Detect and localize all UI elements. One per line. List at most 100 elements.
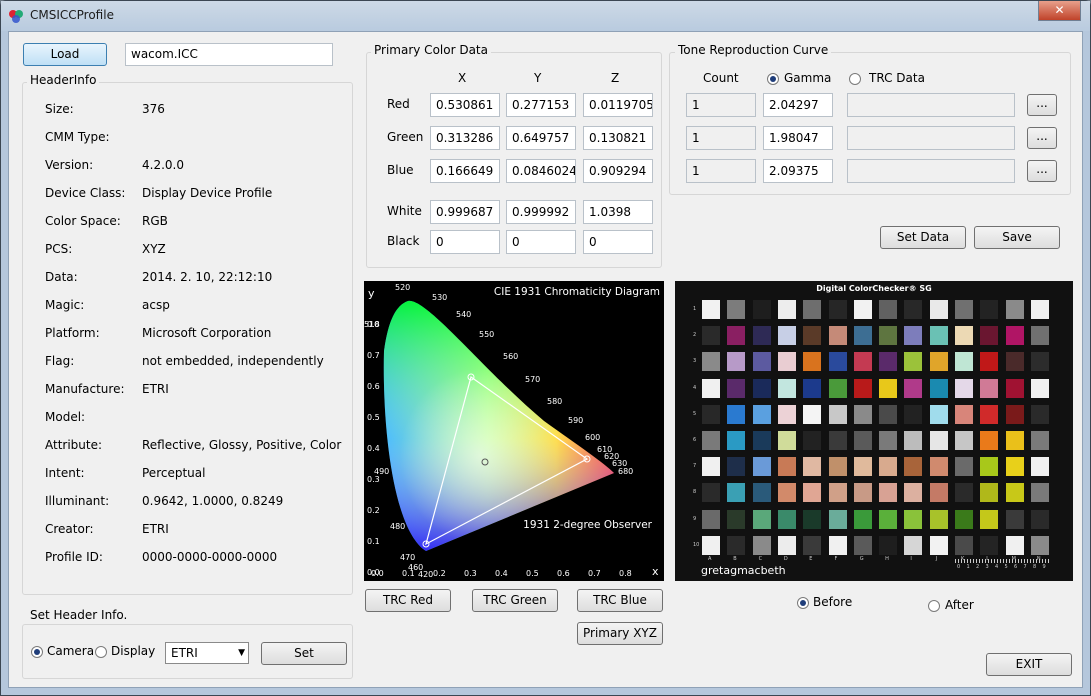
display-radio[interactable] — [95, 646, 107, 658]
trc-count-field[interactable]: 1 — [686, 93, 756, 117]
color-swatch — [1030, 352, 1049, 372]
row-number: 3 — [693, 358, 697, 365]
trc-gamma-field[interactable]: 1.98047 — [763, 126, 833, 150]
color-swatch — [980, 483, 999, 503]
color-swatch — [752, 535, 771, 555]
load-button[interactable]: Load — [23, 43, 107, 66]
trc-count-field[interactable]: 1 — [686, 126, 756, 150]
color-swatch — [752, 326, 771, 346]
y-tick-label: 0.3 — [367, 475, 380, 484]
color-swatch — [955, 483, 973, 503]
trc-count-field[interactable]: 1 — [686, 159, 756, 183]
primary-value-field[interactable]: 0.0119705 — [583, 93, 653, 117]
trc-green-button[interactable]: TRC Green — [472, 589, 558, 612]
color-swatch — [879, 352, 898, 372]
color-swatch — [879, 404, 898, 424]
color-swatch — [752, 457, 771, 477]
primary-value-field[interactable]: 0.130821 — [583, 126, 653, 150]
primary-value-field[interactable]: 0 — [506, 230, 576, 254]
close-button[interactable]: ✕ — [1038, 1, 1081, 21]
primary-value-field[interactable]: 0.166649 — [430, 159, 500, 183]
manufacturer-dropdown[interactable]: ETRI ▼ — [165, 642, 249, 664]
scale-tick-label: 0 — [957, 564, 961, 570]
diagram-title: CIE 1931 Chromaticity Diagram — [494, 286, 660, 298]
y-tick-label: 0.1 — [367, 537, 380, 546]
primary-value-field[interactable]: 0 — [430, 230, 500, 254]
color-swatch — [929, 457, 948, 477]
trc-gamma-field[interactable]: 2.04297 — [763, 93, 833, 117]
color-swatch — [777, 431, 796, 450]
x-tick-label: 0.6 — [557, 569, 570, 578]
column-letter: G — [859, 556, 864, 562]
primary-value-field[interactable]: 0.999687 — [430, 200, 500, 224]
trc-browse-button[interactable]: ... — [1027, 94, 1057, 116]
color-swatch — [955, 431, 973, 450]
title-bar[interactable]: CMSICCProfile ✕ — [1, 1, 1090, 31]
color-swatch — [853, 483, 872, 503]
header-field-label: Size: — [45, 102, 74, 116]
set-data-button[interactable]: Set Data — [880, 226, 966, 249]
exit-button[interactable]: EXIT — [986, 653, 1072, 676]
color-swatch — [803, 300, 822, 319]
trc-blue-button[interactable]: TRC Blue — [577, 589, 663, 612]
trc-title: Tone Reproduction Curve — [675, 43, 832, 57]
primary-row-label: Blue — [387, 163, 414, 177]
camera-radio[interactable] — [31, 646, 43, 658]
trc-red-button[interactable]: TRC Red — [365, 589, 451, 612]
save-button[interactable]: Save — [974, 226, 1060, 249]
color-swatch — [803, 326, 822, 346]
app-window: CMSICCProfile ✕ Load wacom.ICC HeaderInf… — [0, 0, 1091, 696]
trc-data-header: TRC Data — [869, 71, 925, 85]
wavelength-label: 480 — [390, 522, 405, 531]
x-tick-label: 0.8 — [619, 569, 632, 578]
primary-row-label: Black — [387, 234, 420, 248]
colorchecker-title: Digital ColorChecker® SG — [816, 284, 932, 293]
gamma-radio[interactable] — [767, 73, 779, 85]
trc-browse-button[interactable]: ... — [1027, 127, 1057, 149]
y-tick-label: 0.5 — [367, 413, 380, 422]
row-number: 10 — [693, 541, 700, 548]
color-swatch — [929, 483, 948, 503]
trc-data-field[interactable] — [847, 126, 1015, 150]
x-tick-label: 0.4 — [495, 569, 508, 578]
trc-data-field[interactable] — [847, 159, 1015, 183]
wavelength-label: 420 — [418, 570, 433, 579]
header-field-label: Device Class: — [45, 186, 126, 200]
color-swatch — [879, 326, 898, 346]
primary-value-field[interactable]: 0.999992 — [506, 200, 576, 224]
wavelength-label: 530 — [432, 293, 447, 302]
trc-gamma-field[interactable]: 2.09375 — [763, 159, 833, 183]
trc-browse-button[interactable]: ... — [1027, 160, 1057, 182]
before-radio[interactable] — [797, 597, 809, 609]
color-swatch — [727, 300, 746, 319]
density-scale-bar — [955, 559, 1050, 563]
header-field-value: RGB — [142, 214, 168, 228]
primary-value-field[interactable]: 0.0846024 — [506, 159, 576, 183]
color-swatch — [955, 535, 973, 555]
after-radio[interactable] — [928, 600, 940, 612]
primary-value-field[interactable]: 1.0398 — [583, 200, 653, 224]
primary-xyz-button[interactable]: Primary XYZ — [577, 622, 663, 645]
header-field-label: Color Space: — [45, 214, 121, 228]
primary-value-field[interactable]: 0.313286 — [430, 126, 500, 150]
set-button[interactable]: Set — [261, 642, 347, 665]
gamma-header: Gamma — [784, 71, 832, 85]
scale-tick-label: 9 — [1042, 564, 1046, 570]
primary-value-field[interactable]: 0.909294 — [583, 159, 653, 183]
color-swatch — [1005, 404, 1024, 424]
primary-value-field[interactable]: 0 — [583, 230, 653, 254]
color-swatch — [803, 535, 822, 555]
filename-field[interactable]: wacom.ICC — [125, 43, 333, 66]
color-swatch — [803, 378, 822, 398]
camera-label: Camera — [47, 644, 95, 658]
trc-data-field[interactable] — [847, 93, 1015, 117]
color-swatch — [980, 378, 999, 398]
color-swatch — [752, 404, 771, 424]
color-swatch — [777, 535, 796, 555]
primary-value-field[interactable]: 0.277153 — [506, 93, 576, 117]
color-swatch — [828, 326, 847, 346]
primary-value-field[interactable]: 0.649757 — [506, 126, 576, 150]
primary-value-field[interactable]: 0.530861 — [430, 93, 500, 117]
color-swatch — [879, 483, 898, 503]
trc-data-radio[interactable] — [849, 73, 861, 85]
